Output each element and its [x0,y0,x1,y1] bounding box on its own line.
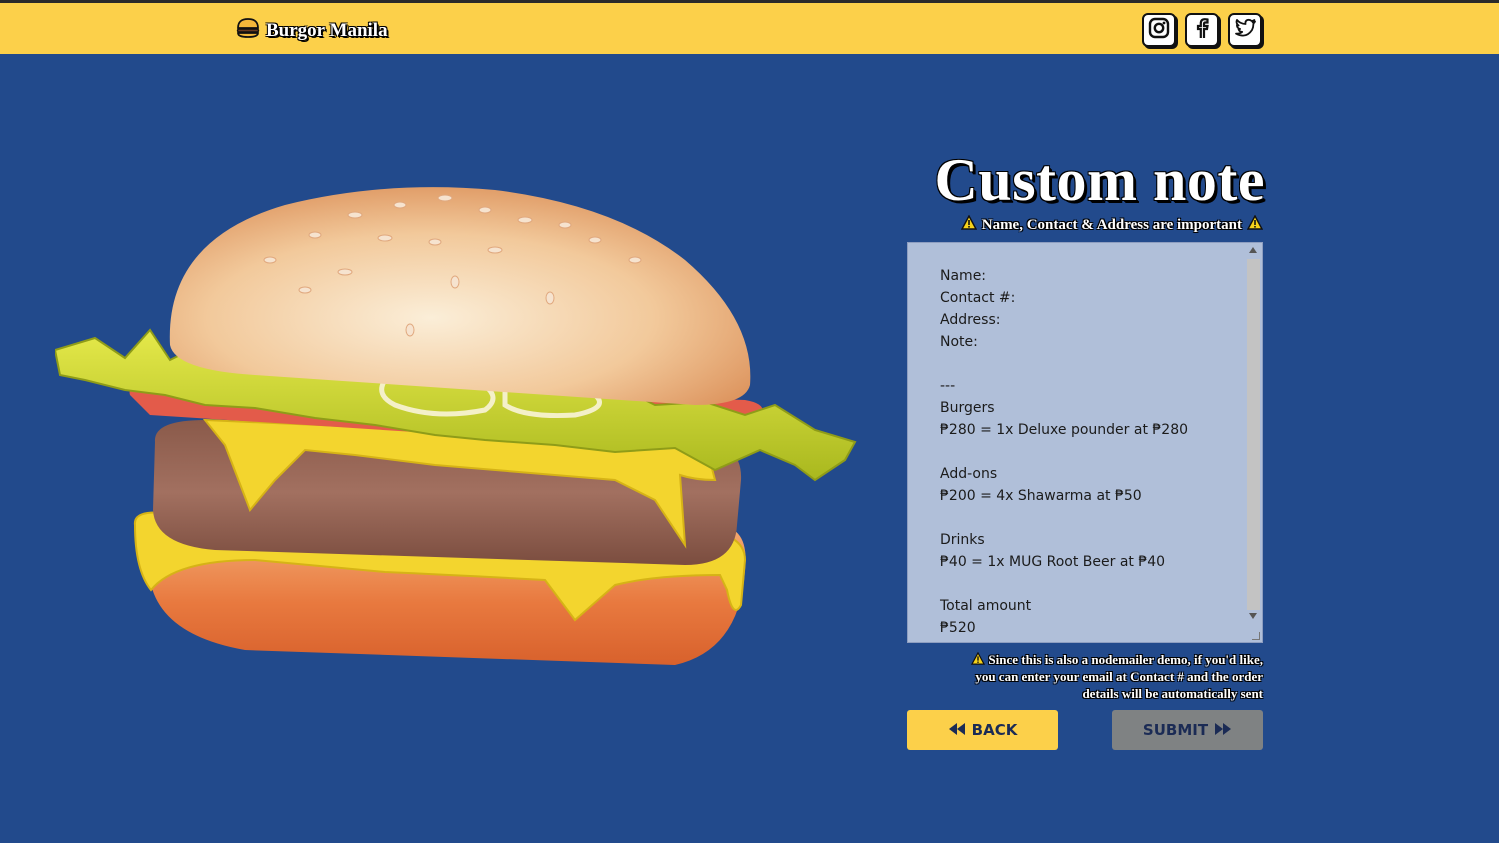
facebook-icon [1191,17,1213,44]
back-button[interactable]: BACK [907,710,1058,750]
note-scrollbar[interactable] [1245,243,1262,642]
info-line-3: details will be automatically sent [1082,686,1263,701]
submit-button[interactable]: SUBMIT [1112,710,1263,750]
warning-icon [1246,214,1264,235]
scroll-thumb[interactable] [1247,259,1260,610]
top-navbar: Burgor Manila [0,0,1499,54]
facebook-link[interactable] [1185,13,1219,47]
social-links [1142,13,1262,47]
resize-grip-icon[interactable] [1252,632,1260,640]
info-line-1: Since this is also a nodemailer demo, if… [905,651,1263,668]
back-label: BACK [971,721,1018,739]
brand-name: Burgor Manila [266,19,388,41]
rewind-icon [948,721,966,739]
custom-note-textarea[interactable]: Name: Contact #: Address: Note: --- Burg… [907,242,1263,643]
notice-text: Name, Contact & Address are important [981,216,1242,233]
warning-icon [971,651,986,667]
fast-forward-icon [1214,721,1232,739]
twitter-link[interactable] [1228,13,1262,47]
info-line-text: Since this is also a nodemailer demo, if… [988,652,1263,667]
instagram-icon [1148,17,1170,44]
burger-icon [236,17,260,44]
scroll-down-arrow-icon[interactable] [1249,613,1257,619]
nodemailer-info: Since this is also a nodemailer demo, if… [905,651,1263,702]
brand-logo[interactable]: Burgor Manila [236,17,388,44]
burger-illustration [53,180,860,675]
info-line-2: you can enter your email at Contact # an… [975,669,1263,684]
custom-note-text[interactable]: Name: Contact #: Address: Note: --- Burg… [908,243,1246,642]
notice-subtitle: Name, Contact & Address are important [905,214,1264,235]
warning-icon [960,214,977,235]
twitter-icon [1234,17,1256,44]
instagram-link[interactable] [1142,13,1176,47]
submit-label: SUBMIT [1142,721,1209,739]
scroll-up-arrow-icon[interactable] [1249,247,1257,253]
page-title: Custom note [934,147,1265,213]
